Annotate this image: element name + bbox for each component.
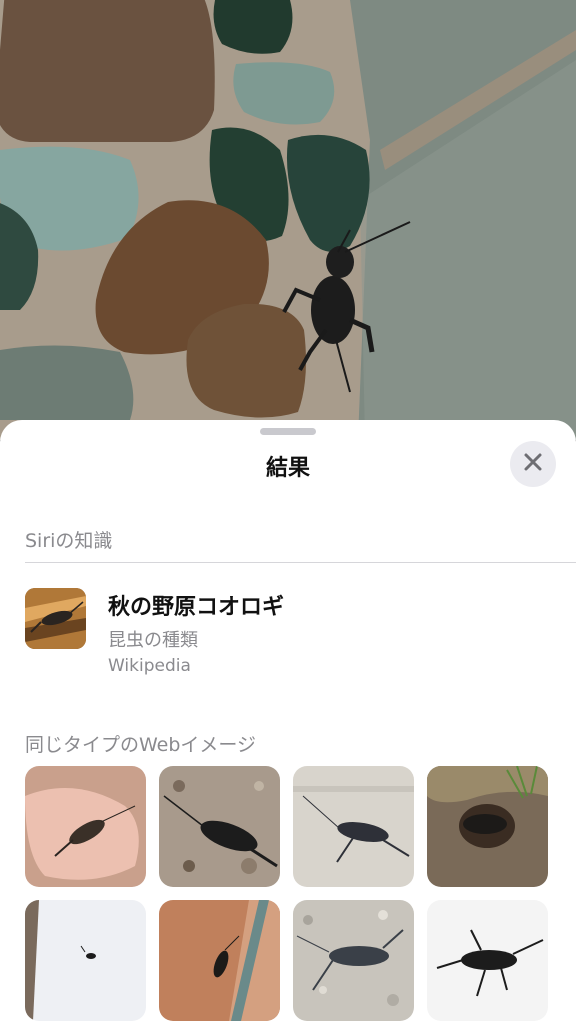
background-photo xyxy=(0,0,576,440)
sheet-grabber[interactable] xyxy=(260,428,316,435)
result-thumbnail xyxy=(25,588,86,649)
web-image-tile[interactable] xyxy=(427,900,548,1021)
sheet-title: 結果 xyxy=(265,456,310,481)
web-image-tile[interactable] xyxy=(25,766,146,887)
xmark-icon xyxy=(523,452,543,476)
result-title: 秋の野原コオロギ xyxy=(108,595,285,620)
close-button[interactable] xyxy=(510,441,556,487)
web-image-tile[interactable] xyxy=(293,900,414,1021)
results-sheet: 結果 Siriの知識 秋の野原コオロギ 昆虫の種類 Wikipedia 同じタイ… xyxy=(0,420,576,1024)
siri-knowledge-label: Siriの知識 xyxy=(25,530,113,552)
web-image-tile[interactable] xyxy=(427,766,548,887)
result-source: Wikipedia xyxy=(108,656,191,676)
web-image-tile[interactable] xyxy=(293,766,414,887)
result-subtitle: 昆虫の種類 xyxy=(108,630,198,651)
web-image-tile[interactable] xyxy=(159,900,280,1021)
divider xyxy=(25,562,576,563)
web-image-tile[interactable] xyxy=(25,900,146,1021)
siri-knowledge-result[interactable]: 秋の野原コオロギ 昆虫の種類 Wikipedia xyxy=(0,580,576,690)
web-image-tile[interactable] xyxy=(159,766,280,887)
web-images-label: 同じタイプのWebイメージ xyxy=(25,734,257,756)
